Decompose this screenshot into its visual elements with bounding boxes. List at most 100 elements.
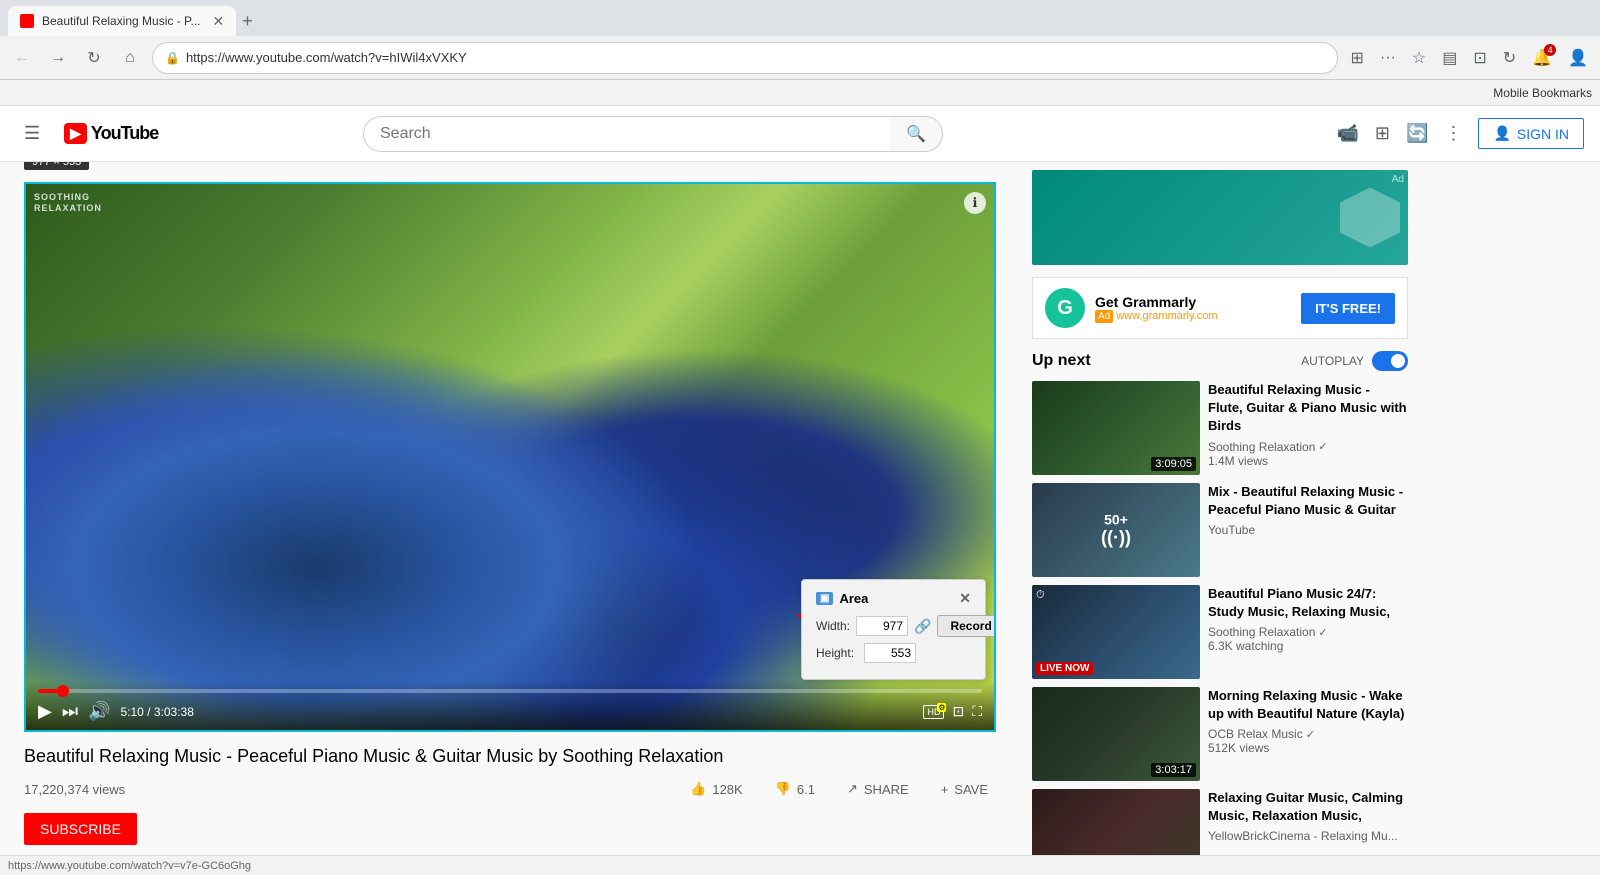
fullscreen-button[interactable]: ⛶ xyxy=(972,703,982,720)
tab-bar: Beautiful Relaxing Music - P... ✕ + xyxy=(0,0,1600,36)
video-title: Beautiful Relaxing Music - Peaceful Pian… xyxy=(24,744,996,769)
playlist-item[interactable]: 3:09:05 Beautiful Relaxing Music - Flute… xyxy=(1032,381,1408,475)
playlist-thumb: 50+ ((·)) xyxy=(1032,483,1200,577)
share-button[interactable]: ↗ SHARE xyxy=(839,777,917,801)
up-next-title: Up next xyxy=(1032,352,1091,370)
status-url: https://www.youtube.com/watch?v=v7e-GC6o… xyxy=(8,860,251,872)
save-icon: + xyxy=(941,782,949,797)
save-button[interactable]: + SAVE xyxy=(933,778,996,801)
menu-dots-icon[interactable]: ··· xyxy=(1376,45,1400,71)
grammarly-cta-button[interactable]: IT'S FREE! xyxy=(1301,293,1395,324)
playlist-info: Mix - Beautiful Relaxing Music - Peacefu… xyxy=(1208,483,1408,577)
autoplay-label: AUTOPLAY xyxy=(1301,354,1364,368)
playlist-item-title: Beautiful Relaxing Music - Flute, Guitar… xyxy=(1208,381,1408,436)
ad-label: Ad xyxy=(1392,174,1404,185)
apps-grid-icon[interactable]: ⊞ xyxy=(1375,123,1390,144)
youtube-logo-icon: ▶ xyxy=(64,123,87,144)
area-icon: ▣ xyxy=(816,592,833,605)
playlist-item[interactable]: ⏱ LIVE NOW Beautiful Piano Music 24/7: S… xyxy=(1032,585,1408,679)
extensions-icon[interactable]: ⊞ xyxy=(1346,44,1367,72)
address-text: https://www.youtube.com/watch?v=hIWil4xV… xyxy=(186,50,1326,65)
video-actions: 👍 128K 👎 6.1 ↗ SHARE + SAVE xyxy=(682,777,996,801)
back-button[interactable]: ← xyxy=(8,44,36,72)
kebab-menu-icon[interactable]: ⋮ xyxy=(1444,123,1462,144)
playlist-item-title: Morning Relaxing Music - Wake up with Be… xyxy=(1208,687,1408,723)
forward-button[interactable]: → xyxy=(44,44,72,72)
tab-favicon xyxy=(20,14,34,28)
youtube-logo[interactable]: ▶ YouTube xyxy=(64,123,158,144)
video-controls: ▶ ⏭ 🔊 5:10 / 3:03:38 HD⚙ ⊡ ⛶ xyxy=(26,681,994,730)
playlist-item[interactable]: Relaxing Guitar Music, Calming Music, Re… xyxy=(1032,789,1408,855)
search-button[interactable]: 🔍 xyxy=(890,116,943,152)
notifications-badge[interactable]: 🔔4 xyxy=(1528,44,1556,72)
reload-button[interactable]: ↻ xyxy=(80,44,108,72)
subscribe-button[interactable]: SUBSCRIBE xyxy=(24,813,137,845)
video-upload-icon[interactable]: 📹 xyxy=(1337,123,1359,144)
status-bar: https://www.youtube.com/watch?v=v7e-GC6o… xyxy=(0,855,1600,875)
playlist-channel: Soothing Relaxation ✓ xyxy=(1208,625,1408,639)
cast-icon[interactable]: 🔄 xyxy=(1406,123,1428,144)
progress-dot xyxy=(57,685,69,697)
youtube-logo-text: YouTube xyxy=(91,123,158,144)
record-button[interactable]: Record xyxy=(937,615,996,637)
height-input[interactable] xyxy=(864,643,916,663)
up-next-header: Up next AUTOPLAY xyxy=(1032,351,1408,371)
like-button[interactable]: 👍 128K xyxy=(682,777,751,801)
video-column: 977 × 553 SOOTHING RELAXATION ℹ xyxy=(0,162,1020,855)
record-dialog-title: ▣ Area ✕ xyxy=(816,590,971,607)
video-player[interactable]: SOOTHING RELAXATION ℹ ▶ xyxy=(24,182,996,732)
clock-icon: ⏱ xyxy=(1036,589,1045,602)
height-label: Height: xyxy=(816,646,858,660)
search-input[interactable] xyxy=(363,116,890,152)
playlist-channel: OCB Relax Music ✓ xyxy=(1208,727,1408,741)
lock-icon: 🔒 xyxy=(165,51,180,65)
grammarly-ad: G Get Grammarly Ad www.grammarly.com IT'… xyxy=(1032,277,1408,339)
volume-button[interactable]: 🔊 xyxy=(88,701,110,722)
playlist-info: Morning Relaxing Music - Wake up with Be… xyxy=(1208,687,1408,781)
sidebar-icon[interactable]: ▤ xyxy=(1438,44,1461,72)
autoplay-toggle[interactable] xyxy=(1372,351,1408,371)
playlist-info: Relaxing Guitar Music, Calming Music, Re… xyxy=(1208,789,1408,855)
live-badge: LIVE NOW xyxy=(1036,662,1093,675)
width-input[interactable] xyxy=(856,616,908,636)
active-tab[interactable]: Beautiful Relaxing Music - P... ✕ xyxy=(8,6,236,36)
ad-banner: Ad xyxy=(1032,170,1408,265)
playlist-item[interactable]: 3:03:17 Morning Relaxing Music - Wake up… xyxy=(1032,687,1408,781)
soothing-logo: SOOTHING RELAXATION xyxy=(34,192,102,214)
address-bar[interactable]: 🔒 https://www.youtube.com/watch?v=hIWil4… xyxy=(152,42,1338,74)
ad-hexagon xyxy=(1340,188,1400,248)
reader-icon[interactable]: ⊡ xyxy=(1469,44,1490,72)
lock-link-icon[interactable]: 🔗 xyxy=(914,618,931,635)
video-duration: 3:03:17 xyxy=(1151,763,1196,777)
next-button[interactable]: ⏭ xyxy=(62,701,78,722)
new-tab-button[interactable]: + xyxy=(236,11,259,32)
width-label: Width: xyxy=(816,619,850,633)
grammarly-logo: G xyxy=(1045,288,1085,328)
bookmarks-label: Mobile Bookmarks xyxy=(1493,86,1592,100)
playlist-views: 1.4M views xyxy=(1208,454,1408,468)
record-close-button[interactable]: ✕ xyxy=(959,590,971,607)
tab-close-button[interactable]: ✕ xyxy=(213,13,225,30)
browser-chrome: Beautiful Relaxing Music - P... ✕ + ← → … xyxy=(0,0,1600,106)
profile-icon[interactable]: 👤 xyxy=(1564,44,1592,72)
playlist-channel: YellowBrickCinema - Relaxing Mu... xyxy=(1208,829,1408,843)
sign-in-button[interactable]: 👤 SIGN IN xyxy=(1478,118,1584,149)
progress-fill xyxy=(38,689,64,693)
playlist-info: Beautiful Relaxing Music - Flute, Guitar… xyxy=(1208,381,1408,475)
playlist-thumb: ⏱ LIVE NOW xyxy=(1032,585,1200,679)
progress-bar[interactable] xyxy=(38,689,982,693)
video-info-button[interactable]: ℹ xyxy=(964,192,986,214)
view-count: 17,220,374 views xyxy=(24,782,125,797)
thumb-up-icon: 👍 xyxy=(690,781,706,797)
hamburger-menu-icon[interactable]: ☰ xyxy=(16,115,48,152)
home-button[interactable]: ⌂ xyxy=(116,44,144,72)
play-button[interactable]: ▶ xyxy=(38,701,52,722)
dislike-button[interactable]: 👎 6.1 xyxy=(767,777,823,801)
search-bar: 🔍 xyxy=(363,116,943,152)
record-dialog: ▣ Area ✕ Width: 🔗 Record Height: xyxy=(801,579,986,680)
playlist-item[interactable]: 50+ ((·)) Mix - Beautiful Relaxing Music… xyxy=(1032,483,1408,577)
sync-icon[interactable]: ↻ xyxy=(1499,44,1520,72)
video-duration: 3:09:05 xyxy=(1151,457,1196,471)
miniplayer-button[interactable]: ⊡ xyxy=(952,703,964,720)
bookmark-star-icon[interactable]: ☆ xyxy=(1408,44,1430,72)
